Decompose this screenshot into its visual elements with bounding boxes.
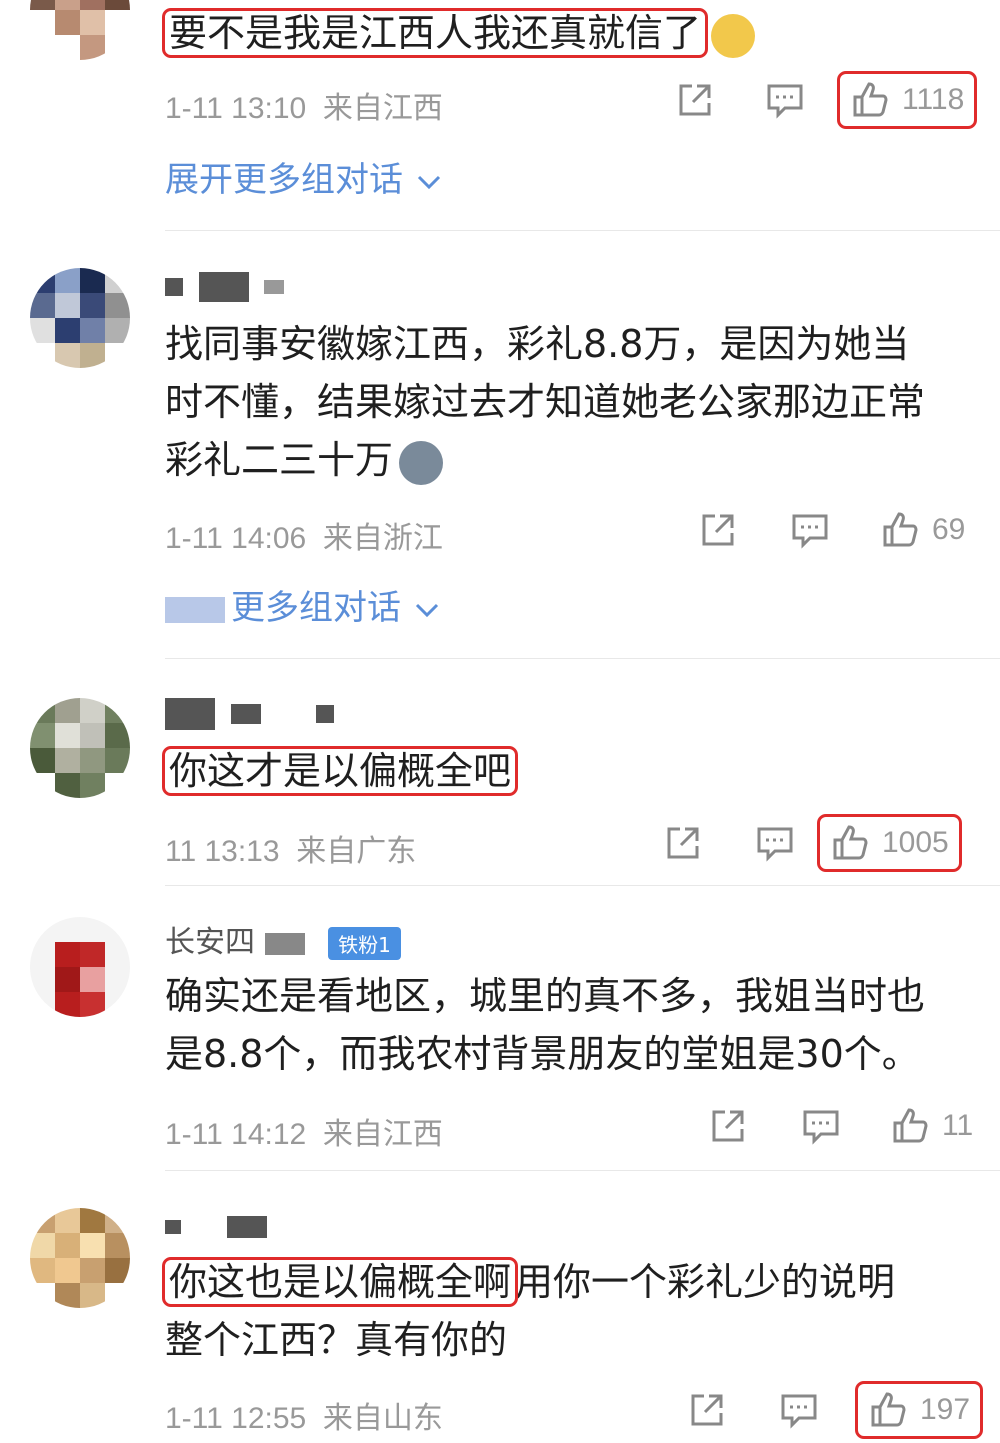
share-icon[interactable] — [708, 1101, 748, 1151]
timestamp: 1-11 12:55 来自山东 — [165, 1402, 443, 1435]
comment-text: 你这才是以偏概全吧 — [161, 742, 980, 800]
thumbs-up-icon — [868, 1390, 908, 1430]
comment-text: 找同事安徽嫁江西，彩礼8.8万，是因为她当 时不懂，结果嫁过去才知道她老公家那边… — [165, 315, 980, 489]
comment-meta: 1-11 12:55 来自山东 197 — [165, 1381, 984, 1439]
divider — [165, 230, 1000, 231]
comment-meta: 1-11 13:10 来自江西 1118 — [165, 71, 980, 129]
timestamp: 1-11 13:10 来自江西 — [165, 92, 443, 125]
text-line: 确实还是看地区，城里的真不多，我姐当时也 — [165, 974, 926, 1018]
comment-text: 确实还是看地区，城里的真不多，我姐当时也 是8.8个，而我农村背景朋友的堂姐是3… — [165, 967, 980, 1083]
comment-text: 要不是我是江西人我还真就信了 — [161, 4, 980, 62]
like-count: 1118 — [902, 83, 965, 116]
comment-meta: 11 13:13 来自广东 1005 — [165, 814, 980, 872]
text-line: 时不懂，结果嫁过去才知道她老公家那边正常 — [165, 380, 926, 424]
text-line: 彩礼二三十万 — [165, 438, 394, 482]
share-icon[interactable] — [687, 1385, 727, 1435]
highlighted-text: 你这才是以偏概全吧 — [161, 746, 519, 796]
like-button[interactable]: 11 — [890, 1101, 973, 1151]
chevron-down-icon — [414, 167, 444, 197]
avatar[interactable] — [30, 268, 130, 368]
like-button[interactable]: 197 — [854, 1381, 984, 1439]
username[interactable]: 长安四 铁粉1 — [165, 917, 401, 961]
text-line: 整个江西？真有你的 — [165, 1318, 508, 1362]
share-icon[interactable] — [663, 818, 703, 868]
username[interactable] — [165, 268, 290, 303]
share-icon[interactable] — [675, 75, 715, 125]
comment-icon[interactable] — [779, 1385, 819, 1435]
comment-icon[interactable] — [790, 505, 830, 555]
avatar[interactable] — [30, 1208, 130, 1308]
divider — [165, 658, 1000, 659]
chevron-down-icon — [412, 595, 442, 625]
avatar[interactable] — [30, 0, 130, 60]
username[interactable] — [165, 695, 340, 730]
thumbs-up-icon — [880, 510, 920, 550]
comment-icon[interactable] — [755, 818, 795, 868]
doge-emoji-icon — [711, 13, 756, 58]
text-line: 是8.8个，而我农村背景朋友的堂姐是30个。 — [165, 1032, 920, 1076]
highlighted-text: 你这也是以偏概全啊 — [161, 1257, 519, 1307]
avatar[interactable] — [30, 698, 130, 798]
expand-thread-link[interactable]: 更多组对话 — [165, 580, 442, 629]
comment-meta: 1-11 14:06 来自浙江 69 — [165, 505, 980, 555]
divider — [165, 885, 1000, 886]
timestamp: 11 13:13 来自广东 — [165, 835, 417, 868]
highlighted-text: 要不是我是江西人我还真就信了 — [161, 8, 709, 58]
comment-meta: 1-11 14:12 来自江西 11 — [165, 1101, 980, 1151]
timestamp: 1-11 14:06 来自浙江 — [165, 522, 443, 555]
thumbs-up-icon — [850, 80, 890, 120]
share-icon[interactable] — [698, 505, 738, 555]
like-count: 197 — [920, 1393, 971, 1426]
divider — [165, 1170, 1000, 1171]
like-button[interactable]: 1118 — [836, 71, 978, 129]
avatar[interactable] — [30, 917, 130, 1017]
like-button[interactable]: 1005 — [817, 814, 962, 872]
timestamp: 1-11 14:12 来自江西 — [165, 1118, 443, 1151]
thumbs-up-icon — [830, 823, 870, 863]
like-button[interactable]: 69 — [880, 505, 965, 555]
expand-thread-link[interactable]: 展开更多组对话 — [165, 152, 444, 201]
thumbs-up-icon — [890, 1106, 930, 1146]
like-count: 69 — [932, 513, 966, 546]
comment-text: 你这也是以偏概全啊 用你一个彩礼少的说明 整个江西？真有你的 — [161, 1253, 980, 1369]
username[interactable] — [165, 1208, 273, 1243]
husky-emoji-icon — [399, 440, 444, 485]
fan-badge: 铁粉1 — [328, 927, 401, 960]
like-count: 11 — [942, 1109, 974, 1142]
text-line: 找同事安徽嫁江西，彩礼8.8万，是因为她当 — [165, 322, 910, 366]
text-rest: 用你一个彩礼少的说明 — [515, 1260, 896, 1304]
comment-icon[interactable] — [765, 75, 805, 125]
like-count: 1005 — [882, 826, 949, 859]
comment-icon[interactable] — [801, 1101, 841, 1151]
